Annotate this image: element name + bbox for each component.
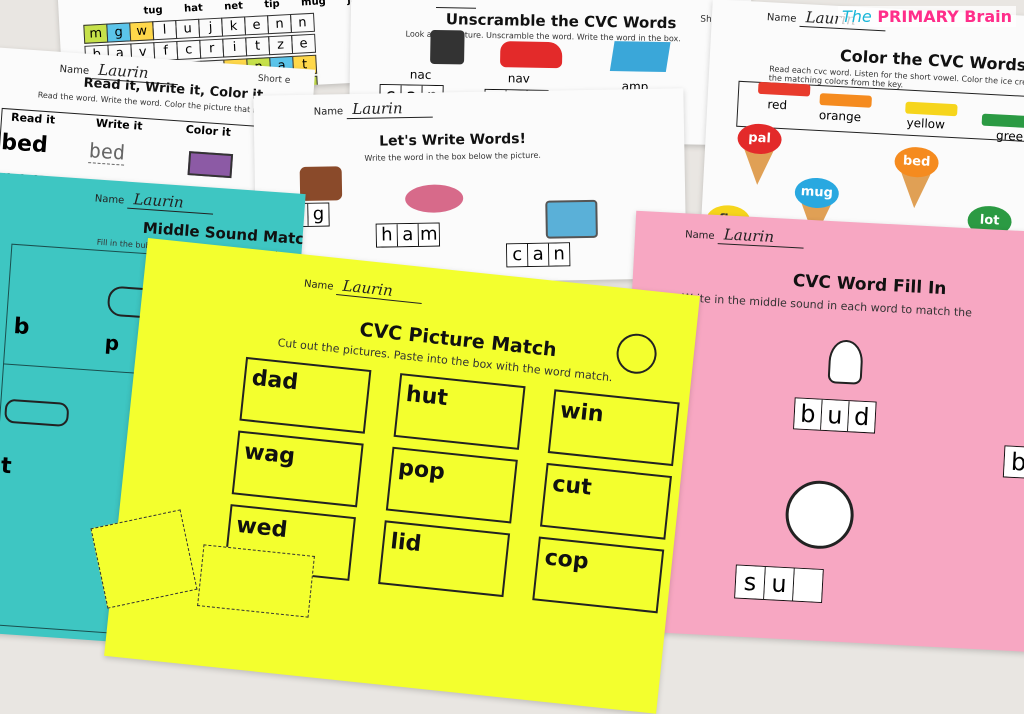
- key-label-orange: orange: [818, 108, 862, 125]
- plane-icon: [3, 398, 70, 428]
- word-wed: wed: [235, 512, 289, 544]
- grid-letter: n: [290, 12, 315, 34]
- ww-name-line: Name Laurin: [313, 98, 433, 120]
- can-icon: [430, 29, 465, 65]
- grid-letter: l: [152, 20, 178, 41]
- ms-word-1: b: [12, 314, 31, 341]
- pm-name-line: Name Laurin: [303, 273, 424, 304]
- bag-icon: [299, 166, 343, 201]
- ww-boxes-ham: ham: [375, 222, 441, 248]
- picture-match-sheet: Name Laurin CVC Picture Match Cut out th…: [104, 238, 700, 714]
- grid-letter: r: [199, 38, 225, 59]
- word-dad: dad: [250, 365, 300, 396]
- grid-letter: i: [222, 37, 248, 58]
- grid-letter: z: [268, 34, 294, 56]
- fi-boxes-bud: bud: [793, 397, 877, 434]
- cutout-piece: [197, 544, 315, 618]
- car-icon: [499, 41, 563, 69]
- brand-prefix: The: [841, 7, 872, 26]
- ms-word-3: t: [0, 453, 13, 480]
- grid-letter: j: [198, 17, 224, 38]
- rw-write-1: bed: [88, 138, 126, 166]
- key-label-red: red: [767, 97, 788, 113]
- grid-letter: e: [291, 33, 317, 54]
- sun-icon: [614, 331, 659, 376]
- ww-boxes-can: can: [505, 242, 571, 268]
- word-hut: hut: [404, 381, 449, 412]
- rw-read-1: bed: [0, 130, 49, 159]
- sun-icon: [783, 479, 856, 551]
- grid-letter: u: [175, 18, 201, 40]
- flower-icon: [827, 339, 864, 385]
- brand-name: PRIMARY Brain: [877, 7, 1012, 26]
- scrambled-1: nac: [409, 67, 432, 82]
- grid-letter: m: [83, 23, 109, 44]
- rw-tag: Short e: [257, 73, 291, 86]
- word-cop: cop: [543, 545, 590, 575]
- grid-letter: g: [106, 22, 132, 43]
- word-win: win: [558, 398, 605, 428]
- fi-title: CVC Word Fill In: [792, 271, 947, 300]
- grid-letter: w: [129, 21, 155, 42]
- grid-letter: k: [221, 16, 247, 37]
- key-label-yellow: yellow: [906, 115, 946, 132]
- fi-boxes-sun: su: [734, 564, 824, 604]
- fi-boxes-partial: b: [1002, 445, 1024, 479]
- ww-title: Let's Write Words!: [379, 131, 527, 150]
- unscramble-title: Unscramble the CVC Words: [445, 10, 677, 33]
- grid-letter: c: [176, 39, 202, 61]
- map-icon: [609, 41, 671, 73]
- word-cut: cut: [551, 471, 593, 501]
- word-wag: wag: [242, 439, 297, 470]
- key-label-green: green: [995, 128, 1024, 145]
- scrambled-2: nav: [507, 71, 530, 86]
- ww-instructions: Write the word in the box below the pict…: [364, 150, 541, 163]
- ms-name-line: Name Laurin: [94, 187, 215, 215]
- brand-logo: The PRIMARY Brain: [837, 6, 1016, 27]
- bed-icon: [187, 151, 234, 179]
- grid-letter: n: [267, 13, 292, 35]
- word-lid: lid: [389, 529, 423, 558]
- tuna-can-icon: [545, 199, 598, 239]
- grid-letter: e: [244, 15, 270, 36]
- word-pop: pop: [397, 455, 447, 486]
- fi-name-line: Name Laurin: [685, 223, 805, 249]
- ham-icon: [404, 184, 464, 214]
- grid-letter: t: [245, 36, 271, 57]
